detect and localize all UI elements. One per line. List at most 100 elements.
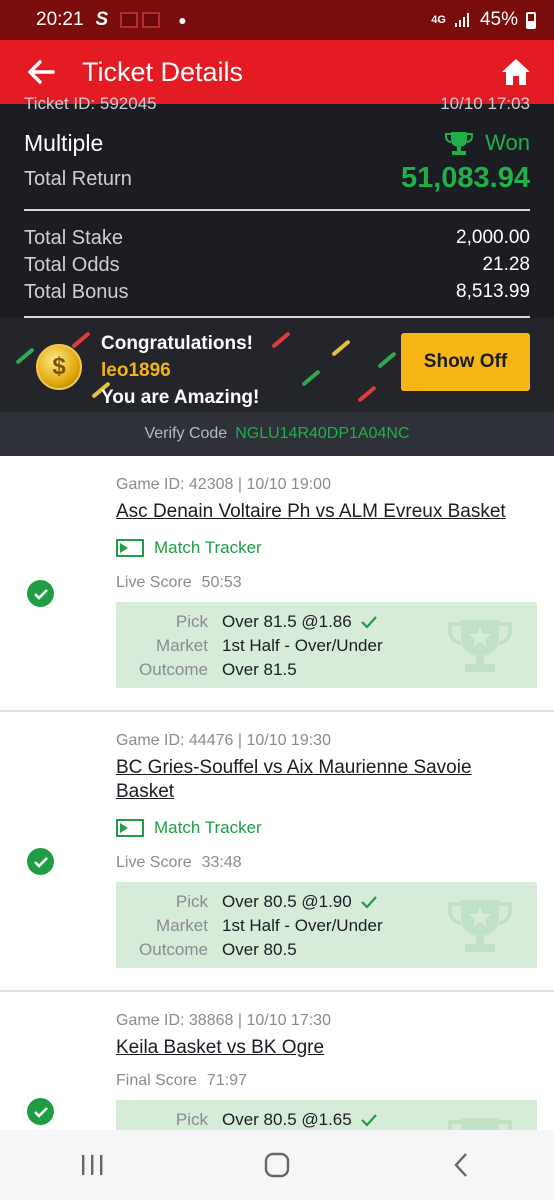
verify-code-value[interactable]: NGLU14R40DP1A04NC xyxy=(235,425,409,443)
outcome-value: Over 81.5 xyxy=(222,660,297,679)
check-icon xyxy=(360,616,377,629)
confetti-streak xyxy=(357,385,377,403)
score-label: Final Score xyxy=(116,1072,197,1089)
score-label: Live Score xyxy=(116,854,192,871)
live-score: Live Score 33:48 xyxy=(116,854,242,872)
pick-label: Pick xyxy=(175,612,208,631)
pick-label: Pick xyxy=(175,892,208,911)
game-list: Game ID: 42308 | 10/10 19:00 Asc Denain … xyxy=(0,456,554,1200)
score-label: Live Score xyxy=(116,574,192,591)
score-value: 71:97 xyxy=(206,1072,247,1089)
pick-row: Pick Over 80.5 @1.65 xyxy=(116,1110,537,1130)
chevron-left-icon xyxy=(454,1153,467,1177)
bet-type: Multiple xyxy=(24,130,104,156)
status-bar: 20:21 S ● 4G 45% xyxy=(0,0,554,40)
recent-apps-icon xyxy=(82,1155,103,1175)
system-nav-bar xyxy=(0,1130,554,1200)
total-bonus-label: Total Bonus xyxy=(24,281,129,303)
congrats-line: Congratulations! xyxy=(101,333,253,354)
pick-label: Pick xyxy=(175,1110,208,1129)
page-title: Ticket Details xyxy=(82,56,244,87)
confetti-streak xyxy=(71,331,91,349)
battery-percent: 45% xyxy=(479,9,518,30)
game-id: Game ID: 38868 | 10/10 17:30 xyxy=(116,1012,331,1029)
won-status: Won xyxy=(445,130,530,156)
outcome-label: Outcome xyxy=(139,940,208,959)
status-time: 20:21 xyxy=(36,9,84,30)
verify-code-label: Verify Code xyxy=(144,425,228,442)
total-odds-value: 21.28 xyxy=(482,254,530,275)
total-odds-label: Total Odds xyxy=(24,254,120,276)
ticket-id: Ticket ID: 592045 xyxy=(24,94,157,112)
market-value: 1st Half - Over/Under xyxy=(222,636,383,655)
congrats-username: leo1896 xyxy=(101,360,171,381)
status-right: 4G 45% xyxy=(431,9,536,31)
score-value: 33:48 xyxy=(201,854,242,871)
score-value: 50:53 xyxy=(201,574,242,591)
divider xyxy=(24,209,530,211)
home-icon[interactable] xyxy=(500,56,532,88)
check-circle-icon xyxy=(27,1098,54,1125)
outcome-label: Outcome xyxy=(139,660,208,679)
pick-text: Over 81.5 @1.86 xyxy=(222,612,352,631)
confetti-streak xyxy=(377,351,397,369)
match-name[interactable]: Asc Denain Voltaire Ph vs ALM Evreux Bas… xyxy=(116,500,524,524)
match-tracker-link[interactable]: Match Tracker xyxy=(116,538,262,558)
game-card: Game ID: 42308 | 10/10 19:00 Asc Denain … xyxy=(0,456,554,712)
live-score: Live Score 50:53 xyxy=(116,574,242,592)
confetti-streak xyxy=(301,369,321,387)
show-off-button[interactable]: Show Off xyxy=(401,333,530,391)
market-label: Market xyxy=(156,916,208,935)
match-name[interactable]: Keila Basket vs BK Ogre xyxy=(116,1036,524,1060)
ticket-time: 10/10 17:03 xyxy=(440,94,530,112)
signal-icon xyxy=(454,13,469,27)
pick-box: Pick Over 81.5 @1.86 Market 1st Half - O… xyxy=(116,602,537,688)
back-arrow-icon xyxy=(28,60,55,84)
check-circle-icon xyxy=(27,580,54,607)
total-bonus-value: 8,513.99 xyxy=(456,281,530,302)
pick-box: Pick Over 80.5 @1.90 Market 1st Half - O… xyxy=(116,882,537,968)
app-root: 20:21 S ● 4G 45% Ticket Details Ticket I… xyxy=(0,0,554,1200)
back-button[interactable] xyxy=(26,57,56,87)
total-odds-row: Total Odds 21.28 xyxy=(24,254,530,277)
total-return-value: 51,083.94 xyxy=(400,162,530,194)
battery-icon xyxy=(526,11,536,29)
check-circle-icon xyxy=(27,848,54,875)
coin-icon: $ xyxy=(36,344,82,390)
outcome-row: Outcome Over 80.5 xyxy=(116,940,537,960)
home-nav-button[interactable] xyxy=(247,1145,307,1185)
confetti-streak xyxy=(331,339,351,357)
outcome-row: Outcome Over 81.5 xyxy=(116,660,537,680)
congrats-text: Congratulations! leo1896 You are Amazing… xyxy=(101,330,259,411)
tracker-icon xyxy=(116,819,144,837)
total-return-label: Total Return xyxy=(24,168,132,190)
confetti-streak xyxy=(271,331,291,349)
pick-row: Pick Over 81.5 @1.86 xyxy=(116,612,537,632)
more-notifications-dot-icon: ● xyxy=(178,12,187,28)
market-row: Market 1st Half - Over/Under xyxy=(116,636,537,656)
network-type: 4G xyxy=(431,14,446,26)
match-name[interactable]: BC Gries-Souffel vs Aix Maurienne Savoie… xyxy=(116,756,524,804)
pick-value: Over 80.5 @1.90 xyxy=(222,892,378,912)
pick-value: Over 81.5 @1.86 xyxy=(222,612,378,632)
recent-apps-button[interactable] xyxy=(62,1145,122,1185)
market-row: Market 1st Half - Over/Under xyxy=(116,916,537,936)
pick-text: Over 80.5 @1.65 xyxy=(222,1110,352,1129)
app-s-icon: S xyxy=(95,9,109,30)
tracker-label: Match Tracker xyxy=(154,538,262,557)
total-stake-label: Total Stake xyxy=(24,227,123,249)
check-icon xyxy=(360,896,377,909)
congrats-line: You are Amazing! xyxy=(101,387,260,408)
game-card: Game ID: 44476 | 10/10 19:30 BC Gries-So… xyxy=(0,712,554,992)
total-bonus-row: Total Bonus 8,513.99 xyxy=(24,281,530,304)
back-nav-button[interactable] xyxy=(432,1145,492,1185)
match-tracker-link[interactable]: Match Tracker xyxy=(116,818,262,838)
tracker-icon xyxy=(116,539,144,557)
pick-text: Over 80.5 @1.90 xyxy=(222,892,352,911)
game-id: Game ID: 42308 | 10/10 19:00 xyxy=(116,476,331,493)
total-stake-value: 2,000.00 xyxy=(456,227,530,248)
verify-code-bar: Verify Code NGLU14R40DP1A04NC xyxy=(0,412,554,456)
ticket-summary: Ticket ID: 592045 10/10 17:03 Multiple W… xyxy=(0,94,554,456)
confetti-streak xyxy=(15,347,35,365)
notification-icon xyxy=(142,12,161,28)
